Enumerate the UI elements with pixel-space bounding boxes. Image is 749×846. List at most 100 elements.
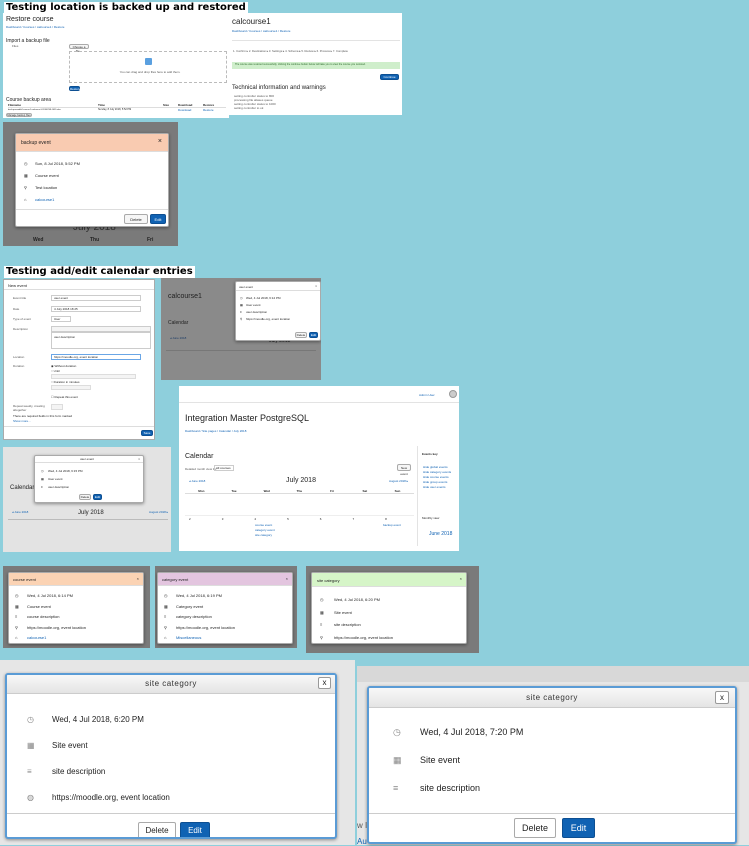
close-icon[interactable]: x (715, 691, 729, 704)
close-icon[interactable]: x (318, 677, 331, 689)
backup-event-link[interactable]: backup event (383, 523, 401, 527)
description-editor[interactable]: user description (51, 332, 151, 349)
description-icon: ≡ (164, 614, 167, 619)
event-type: Course event (35, 173, 59, 178)
modal-header: user event × (236, 282, 320, 291)
day-wed: Wed (33, 237, 44, 243)
event-type: Site event (420, 755, 461, 765)
minutes-input[interactable] (51, 385, 91, 390)
tech-line: setting controller to ok (234, 106, 264, 110)
event-link[interactable]: site category (255, 533, 275, 538)
edit-button[interactable]: Edit (150, 214, 166, 224)
modal-header: site category x (7, 675, 335, 694)
close-icon[interactable]: × (158, 138, 162, 145)
delete-button[interactable]: Delete (514, 818, 556, 838)
delete-button[interactable]: Delete (138, 822, 176, 837)
event-date: Wed, 4 Jul 2018, 7:20 PM (420, 727, 524, 737)
clock-icon: ◷ (41, 469, 44, 473)
event-description: site description (52, 767, 106, 776)
event-location: Test location (35, 185, 58, 190)
course-link[interactable]: calcourse1 (27, 633, 46, 643)
event-description: user description (246, 310, 268, 314)
description-icon: ≡ (320, 622, 323, 627)
clock-icon: ◷ (164, 593, 168, 598)
course-link[interactable]: calcourse1 (35, 194, 54, 206)
col-restore: Restore (203, 103, 215, 107)
file-dropzone[interactable]: You can drag and drop files here to add … (69, 51, 227, 83)
delete-button[interactable]: Delete (79, 494, 91, 500)
continue-button[interactable]: Continue (380, 74, 399, 80)
event-type: User event (48, 477, 63, 481)
calendar-icon: ▦ (15, 603, 19, 609)
tech-info-title: Technical information and warnings (232, 85, 326, 91)
location-icon: ⚲ (15, 624, 18, 630)
clock-icon: ◷ (27, 715, 34, 724)
restore-link[interactable]: Restore (203, 108, 214, 112)
close-icon[interactable]: × (460, 576, 462, 581)
delete-button[interactable]: Delete (295, 332, 307, 338)
next-month-link[interactable]: August 2018 ▸ (389, 479, 408, 483)
events-key-list: Hide global events Hide category events … (423, 465, 451, 490)
mini-calendar-month[interactable]: June 2018 (429, 531, 452, 537)
restore-button[interactable]: Restore (69, 86, 81, 91)
repeats-input[interactable] (51, 404, 63, 410)
edit-button[interactable]: Edit (309, 332, 318, 338)
prev-month-link[interactable]: ◂ June 2018 (12, 510, 28, 514)
download-link[interactable]: Download (178, 108, 203, 112)
calendar-title: Calendar (10, 485, 35, 491)
type-select[interactable]: User (51, 316, 71, 322)
delete-button[interactable]: Delete (124, 214, 148, 224)
clock-icon: ◷ (24, 161, 28, 166)
prev-month-link[interactable]: ◂ June 2018 (189, 479, 205, 483)
close-icon[interactable]: × (137, 576, 139, 581)
day-cell: 4 (254, 517, 257, 521)
modal-footer-divider (7, 813, 335, 814)
event-type: User event (246, 303, 261, 307)
manage-backup-files-button[interactable]: Manage backup files (6, 113, 32, 117)
save-button[interactable]: Save (141, 430, 153, 436)
modal-header: backup event × (16, 134, 168, 152)
date-selector[interactable]: 4 July 2018 18 25 (51, 306, 141, 312)
repeat-checkbox[interactable]: ☐ Repeat this event (51, 395, 78, 399)
modal-title: site category (526, 693, 578, 702)
breadcrumb[interactable]: Dashboard / Courses / calcourse1 / Resto… (232, 29, 290, 33)
prev-month-link[interactable]: ◂ June 2018 (170, 336, 186, 340)
edit-button[interactable]: Edit (93, 494, 102, 500)
edit-button[interactable]: Edit (180, 822, 210, 837)
backup-event-screenshot: July 2018 Wed Thu Fri backup event × ◷ Su… (3, 122, 178, 246)
edit-button[interactable]: Edit (562, 818, 595, 838)
next-month-link[interactable]: August 2018 ▸ (149, 510, 168, 514)
duration-none-radio[interactable]: ◉ Without duration (51, 364, 76, 368)
category-link[interactable]: Miscellaneous (176, 633, 201, 643)
events-key-item[interactable]: Hide user events (423, 485, 451, 490)
calendar-title: Calendar (185, 453, 214, 460)
modal-header: site category x (369, 688, 735, 708)
events-key-title: Events key (422, 452, 438, 456)
user-event-modal: user event × ◷ Wed, 4 Jul 2018, 6:12 PM ▦… (235, 281, 321, 341)
choose-file-button[interactable]: Choose a file... (69, 44, 89, 53)
close-icon[interactable]: × (315, 284, 317, 288)
location-input[interactable]: https://moodle.org, event location (51, 354, 141, 360)
user-event-modal: user event × ◷ Wed, 4 Jul 2018, 6:15 PM ▦… (34, 455, 144, 503)
col-filename: Filename (8, 103, 22, 107)
course-select[interactable]: All courses (214, 465, 234, 471)
modal-header: course event × (9, 573, 143, 586)
show-more-link[interactable]: Show more... (13, 419, 31, 423)
avatar[interactable] (449, 390, 457, 398)
title-input[interactable]: user event (51, 295, 141, 301)
institution-icon: ⌂ (15, 635, 18, 640)
until-date-selector[interactable] (51, 374, 136, 379)
breadcrumb[interactable]: Dashboard / Site pages / Calendar / July… (185, 429, 246, 433)
duration-until-radio[interactable]: ○ Until (51, 369, 60, 373)
calendar-week: 2 3 4 5 6 7 8 (185, 517, 414, 521)
duration-minutes-radio[interactable]: ○ Duration in minutes (51, 380, 80, 384)
close-icon[interactable]: × (138, 457, 140, 461)
event-date: Wed, 4 Jul 2018, 6:15 PM (48, 469, 83, 473)
new-event-button[interactable]: New event (397, 464, 411, 476)
breadcrumb[interactable]: Dashboard / Courses / calcourse1 / Resto… (6, 25, 64, 29)
event-date: Wed, 4 Jul 2018, 6:20 PM (52, 715, 144, 724)
user-menu[interactable]: Admin User (419, 393, 435, 397)
close-icon[interactable]: × (286, 576, 288, 581)
calendar-days: Wed Thu Fri (33, 237, 173, 243)
modal-title: backup event (21, 140, 51, 146)
